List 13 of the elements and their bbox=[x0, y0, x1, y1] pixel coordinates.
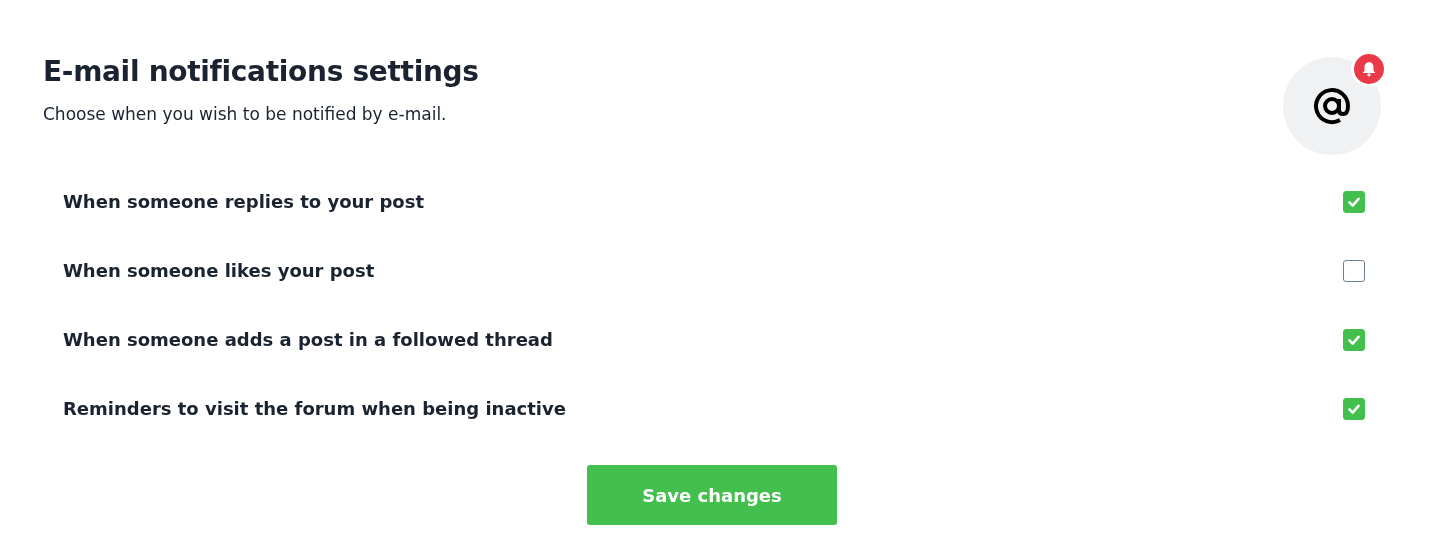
checkbox[interactable] bbox=[1343, 259, 1365, 282]
checkbox[interactable] bbox=[1343, 190, 1365, 213]
option-label: When someone replies to your post bbox=[63, 191, 425, 212]
page-title: E-mail notifications settings bbox=[43, 57, 479, 87]
checkbox[interactable] bbox=[1343, 328, 1365, 351]
bell-icon bbox=[1360, 60, 1378, 78]
at-sign-icon bbox=[1312, 86, 1352, 126]
option-label: Reminders to visit the forum when being inactive bbox=[63, 398, 566, 419]
option-label: When someone adds a post in a followed thread bbox=[63, 329, 553, 350]
checkbox[interactable] bbox=[1343, 397, 1365, 420]
option-label: When someone likes your post bbox=[63, 260, 375, 281]
page-subtitle: Choose when you wish to be notified by e-mail. bbox=[43, 103, 448, 125]
save-button[interactable]: Save changes bbox=[587, 465, 837, 525]
